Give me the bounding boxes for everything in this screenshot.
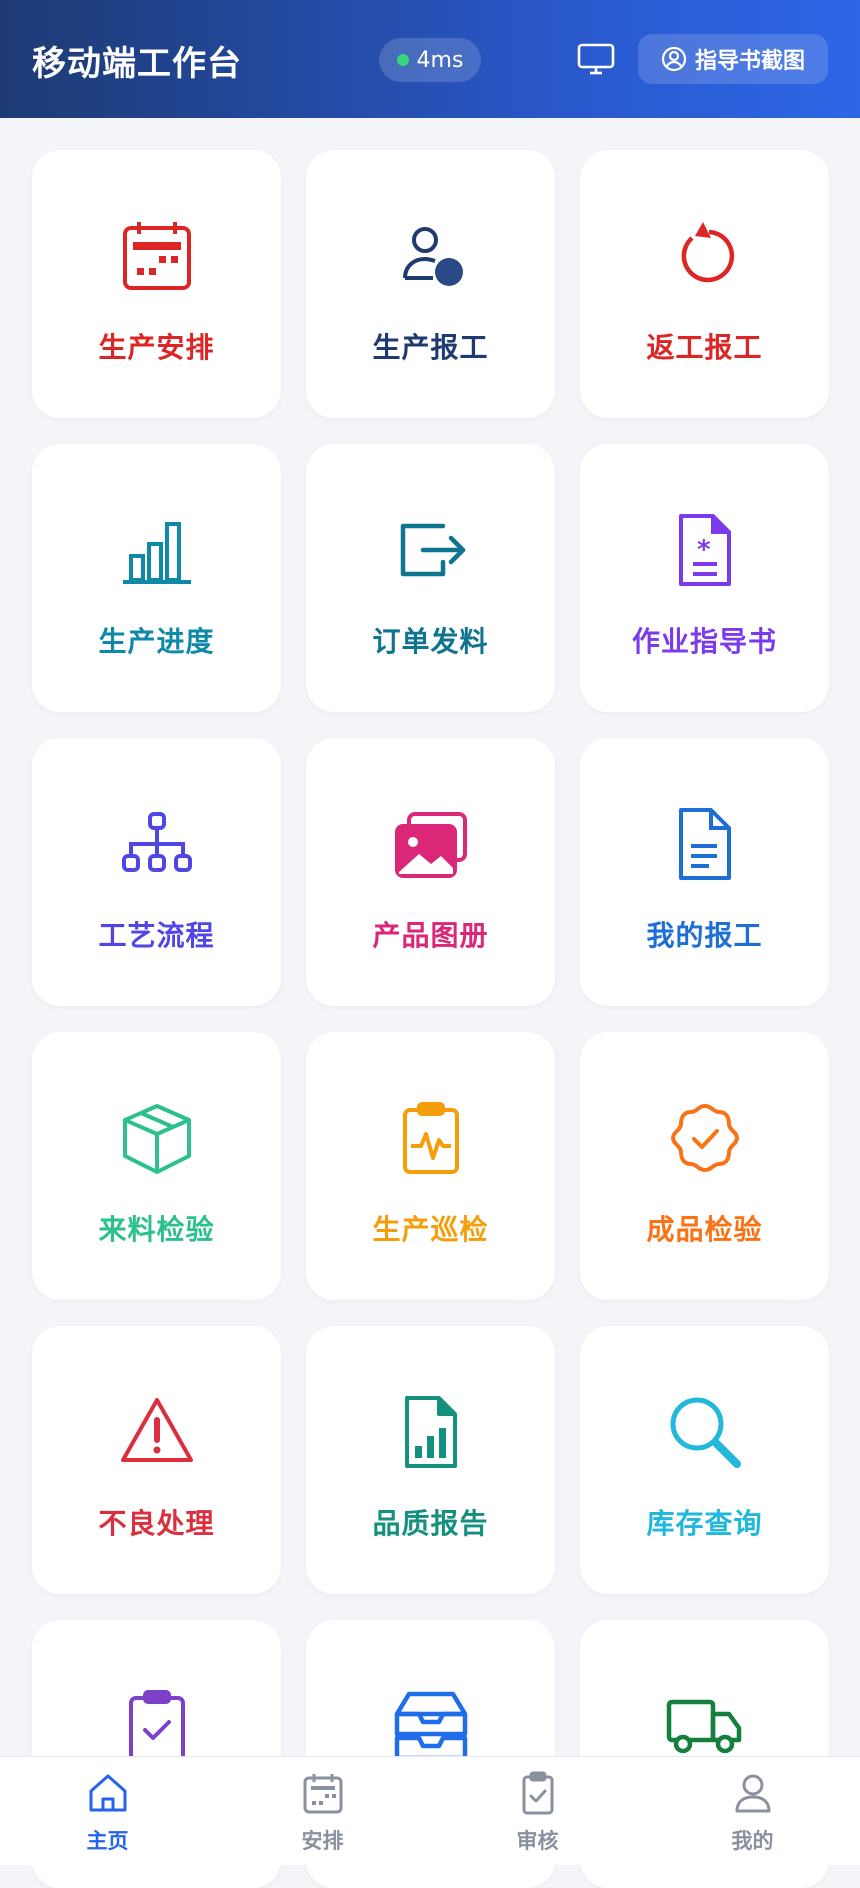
tab-label: 主页 bbox=[86, 1829, 129, 1853]
monitor-icon[interactable] bbox=[576, 42, 616, 76]
tab-label: 安排 bbox=[301, 1829, 344, 1853]
calendar-icon bbox=[117, 216, 197, 296]
gallery-icon bbox=[391, 804, 471, 884]
tab-label: 我的 bbox=[731, 1829, 774, 1853]
clipboard-pulse-icon bbox=[391, 1098, 471, 1178]
user-icon bbox=[731, 1771, 775, 1815]
badge-check-icon bbox=[665, 1098, 745, 1178]
tile-label: 生产安排 bbox=[98, 331, 215, 364]
home-icon bbox=[86, 1771, 130, 1815]
tile-label: 不良处理 bbox=[98, 1507, 215, 1540]
document-star-icon: * bbox=[665, 510, 745, 590]
tab-label: 审核 bbox=[516, 1829, 559, 1853]
truck-icon bbox=[665, 1686, 745, 1766]
document-icon bbox=[665, 804, 745, 884]
tile-label: 订单发料 bbox=[372, 625, 489, 658]
latency-indicator: 4ms bbox=[379, 38, 481, 82]
tile-quality-report[interactable]: 品质报告 bbox=[306, 1326, 555, 1594]
latency-value: 4ms bbox=[416, 47, 464, 73]
tile-label: 生产报工 bbox=[372, 331, 489, 364]
svg-text:*: * bbox=[697, 535, 711, 565]
tile-label: 库存查询 bbox=[646, 1507, 763, 1540]
tile-production-report[interactable]: 生产报工 bbox=[306, 150, 555, 418]
bar-chart-icon bbox=[117, 510, 197, 590]
export-icon bbox=[391, 510, 471, 590]
tile-label: 生产进度 bbox=[98, 625, 215, 658]
org-chart-icon bbox=[117, 804, 197, 884]
tile-label: 返工报工 bbox=[646, 331, 763, 364]
tab-mine[interactable]: 我的 bbox=[645, 1757, 860, 1865]
tile-label: 作业指导书 bbox=[631, 625, 777, 658]
tile-production-progress[interactable]: 生产进度 bbox=[32, 444, 281, 712]
guide-screenshot-button[interactable]: 指导书截图 bbox=[638, 34, 828, 84]
tab-schedule[interactable]: 安排 bbox=[215, 1757, 430, 1865]
tile-process-flow[interactable]: 工艺流程 bbox=[32, 738, 281, 1006]
clipboard-check-icon bbox=[117, 1686, 197, 1766]
tile-work-instruction[interactable]: * 作业指导书 bbox=[580, 444, 829, 712]
search-icon bbox=[665, 1392, 745, 1472]
tile-defect-handling[interactable]: 不良处理 bbox=[32, 1326, 281, 1594]
tile-label: 来料检验 bbox=[98, 1213, 215, 1246]
tile-product-gallery[interactable]: 产品图册 bbox=[306, 738, 555, 1006]
bottom-tab-bar: 主页 安排 审核 我的 bbox=[0, 1756, 860, 1865]
tab-home[interactable]: 主页 bbox=[0, 1757, 215, 1865]
tile-finished-inspection[interactable]: 成品检验 bbox=[580, 1032, 829, 1300]
clipboard-check-icon bbox=[516, 1771, 560, 1815]
file-chart-icon bbox=[391, 1392, 471, 1472]
tile-label: 工艺流程 bbox=[98, 919, 215, 952]
tile-order-material[interactable]: 订单发料 bbox=[306, 444, 555, 712]
tile-label: 产品图册 bbox=[372, 919, 489, 952]
app-title: 移动端工作台 bbox=[32, 44, 242, 84]
tile-label: 我的报工 bbox=[646, 919, 763, 952]
tile-rework-report[interactable]: 返工报工 bbox=[580, 150, 829, 418]
calendar-icon bbox=[301, 1771, 345, 1815]
tile-label: 品质报告 bbox=[372, 1507, 489, 1540]
warning-icon bbox=[117, 1392, 197, 1472]
tile-production-schedule[interactable]: 生产安排 bbox=[32, 150, 281, 418]
tile-inventory-query[interactable]: 库存查询 bbox=[580, 1326, 829, 1594]
status-dot bbox=[396, 54, 409, 66]
user-circle-icon bbox=[661, 46, 687, 72]
tile-label: 成品检验 bbox=[646, 1213, 763, 1246]
tile-production-patrol[interactable]: 生产巡检 bbox=[306, 1032, 555, 1300]
user-report-icon bbox=[391, 216, 471, 296]
inbox-icon bbox=[391, 1686, 471, 1766]
tile-incoming-inspection[interactable]: 来料检验 bbox=[32, 1032, 281, 1300]
box-icon bbox=[117, 1098, 197, 1178]
tab-review[interactable]: 审核 bbox=[430, 1757, 645, 1865]
rework-rotate-icon bbox=[665, 216, 745, 296]
guide-button-label: 指导书截图 bbox=[694, 49, 805, 74]
tile-label: 生产巡检 bbox=[372, 1213, 489, 1246]
tile-my-reports[interactable]: 我的报工 bbox=[580, 738, 829, 1006]
app-header: 移动端工作台 4ms 指导书截图 bbox=[0, 0, 860, 118]
